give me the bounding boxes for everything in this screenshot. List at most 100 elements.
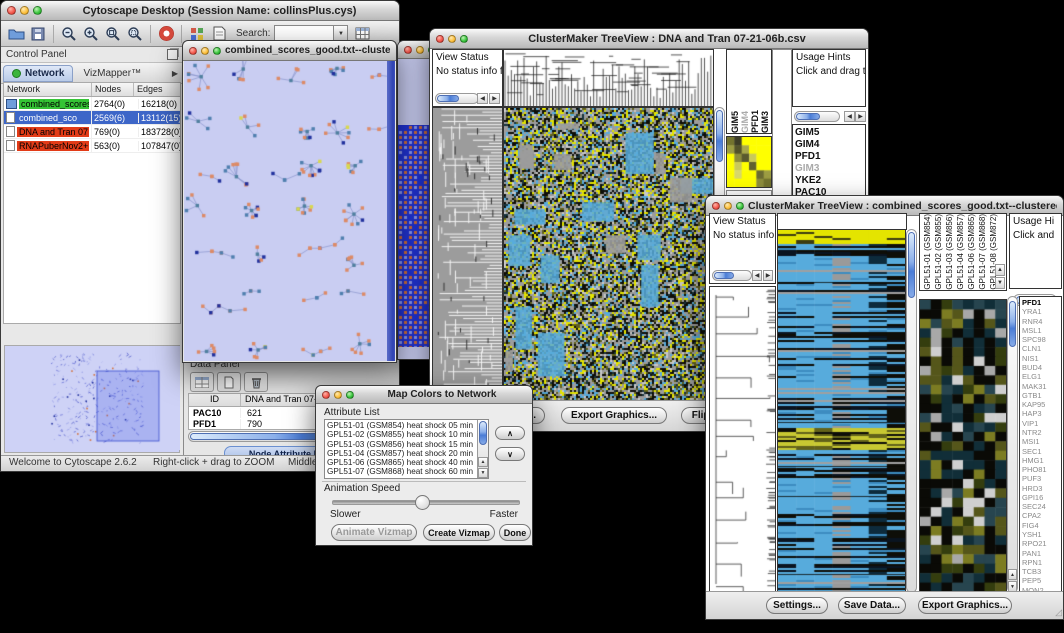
id-column-header[interactable]: ID [189,394,241,406]
minimize-button[interactable] [334,391,342,399]
gene-label[interactable]: NTR2 [1022,428,1059,437]
close-button[interactable] [322,391,330,399]
zoom-window-button[interactable] [346,391,354,399]
gene-label[interactable]: NIS1 [1022,354,1059,363]
minimize-button[interactable] [724,202,732,210]
scroll-down-button[interactable]: ▼ [478,468,488,478]
close-button[interactable] [7,6,16,15]
array-label[interactable]: GPL51-06 (GSM865) [966,214,977,290]
attribute-list-item[interactable]: GPL51-03 (GSM856) heat shock 15 min [327,440,486,449]
move-down-button[interactable]: ∨ [495,447,525,461]
gene-label[interactable]: PEP5 [1022,576,1059,585]
open-session-icon[interactable] [5,24,27,44]
array-label[interactable]: GPL51-07 (GSM868) [977,214,988,290]
gene-label[interactable]: GIM3 [795,163,863,175]
minimize-button[interactable] [416,46,424,54]
attribute-list-item[interactable]: GPL51-01 (GSM854) heat shock 05 min [327,421,486,430]
col-header-edges[interactable]: Edges [134,83,180,96]
global-heatmap-panel[interactable] [777,229,906,593]
scroll-up-button[interactable]: ▲ [478,457,488,467]
move-up-button[interactable]: ∧ [495,426,525,440]
array-label[interactable]: GIM3 [760,111,770,133]
array-label[interactable]: GIM4 [740,111,750,133]
network-name-cell[interactable]: combined_scores [4,97,92,110]
slider-thumb[interactable] [415,495,430,510]
gene-label[interactable]: YSH1 [1022,530,1059,539]
zoom-selected-icon[interactable] [124,24,146,44]
scroll-right-button[interactable]: ▶ [763,270,773,281]
zoom-in-icon[interactable] [80,24,102,44]
gene-label[interactable]: RNR4 [1022,317,1059,326]
save-data-button[interactable]: Save Data... [838,597,906,614]
zoom-hscrollbar[interactable] [794,111,840,122]
gene-label[interactable]: CLN1 [1022,344,1059,353]
view-status-scrollbar[interactable] [435,93,479,104]
gene-label[interactable]: SEC24 [1022,502,1059,511]
resize-grip[interactable]: ◿ [1055,607,1062,618]
gene-label[interactable]: FIG4 [1022,521,1059,530]
array-label[interactable]: GIM5 [730,111,740,133]
network-name-cell[interactable]: RNAPuberNov2+I [4,139,92,152]
view-status-scrollbar[interactable] [712,270,752,281]
delete-attribute-icon[interactable] [244,372,268,392]
col-header-network[interactable]: Network [4,83,92,96]
gene-label[interactable]: CPA2 [1022,511,1059,520]
gene-label[interactable]: RPN1 [1022,558,1059,567]
gene-dendrogram-panel[interactable] [432,107,503,403]
table-mode-icon[interactable] [190,372,214,392]
gene-label[interactable]: HAP3 [1022,409,1059,418]
zoom-window-button[interactable] [33,6,42,15]
array-labels-panel[interactable]: GPL51-01 (GSM854)GPL51-02 (GSM855)GPL51-… [919,213,1007,291]
gene-label[interactable]: ELG1 [1022,372,1059,381]
col-header-nodes[interactable]: Nodes [92,83,134,96]
global-heatmap-panel[interactable] [503,107,714,403]
close-button[interactable] [404,46,412,54]
network-view-titlebar[interactable]: combined_scores_good.txt--cluste... [183,41,396,61]
array-dendrogram-panel[interactable] [777,213,907,230]
gene-label[interactable]: BUD4 [1022,363,1059,372]
gene-label[interactable]: SPC98 [1022,335,1059,344]
minimize-button[interactable] [20,6,29,15]
gene-label[interactable]: RPO21 [1022,539,1059,548]
scroll-left-button[interactable]: ◀ [477,93,488,104]
tab-network[interactable]: Network [3,65,73,82]
array-dendrogram-panel[interactable] [503,49,714,107]
gene-label[interactable]: MSI1 [1022,437,1059,446]
scroll-up-button[interactable]: ▲ [1008,569,1017,580]
gene-label[interactable]: GPI16 [1022,493,1059,502]
attribute-list-item[interactable]: GPL51-06 (GSM865) heat shock 40 min [327,458,486,467]
gene-label[interactable]: MAK31 [1022,382,1059,391]
network-name-cell[interactable]: combined_sco [4,111,92,124]
help-lifesaver-icon[interactable] [155,24,177,44]
gene-label[interactable]: GTB1 [1022,391,1059,400]
attribute-listbox[interactable]: GPL51-01 (GSM854) heat shock 05 min GPL51… [324,419,489,479]
treeview-dna-titlebar[interactable]: ClusterMaker TreeView : DNA and Tran 07-… [430,29,868,49]
close-button[interactable] [189,47,197,55]
main-titlebar[interactable]: Cytoscape Desktop (Session Name: collins… [1,1,399,21]
gene-dendrogram-panel[interactable] [709,286,776,593]
gene-labels-panel[interactable]: PFD1YRA1RNR4MSL1SPC98CLN1NIS1BUD4ELG1MAK… [1019,296,1062,593]
gene-label[interactable]: VIP1 [1022,419,1059,428]
minimize-button[interactable] [448,35,456,43]
create-vizmap-button[interactable]: Create Vizmap [423,524,495,541]
array-label[interactable]: GPL51-03 (GSM856) [944,214,955,290]
gene-label[interactable]: PHO81 [1022,465,1059,474]
gene-label[interactable]: YKE2 [795,175,863,187]
array-labels-panel[interactable]: GIM5GIM4PFD1GIM3YKE2PAC10 [726,49,772,134]
gene-label[interactable]: GIM4 [795,139,863,151]
scroll-down-button[interactable]: ▼ [995,277,1005,289]
network-table-row[interactable]: combined_scores2764(0)16218(0) [4,97,180,111]
zoom-fit-icon[interactable] [102,24,124,44]
network-table-row[interactable]: combined_sco2569(6)13112(15) [4,111,180,125]
gene-label[interactable]: GIM5 [795,127,863,139]
zoom-window-button[interactable] [736,202,744,210]
animate-vizmap-button[interactable]: Animate Vizmap [331,524,417,541]
attribute-list-item[interactable]: GPL51-04 (GSM857) heat shock 20 min [327,449,486,458]
zoom-heatmap-panel[interactable] [919,299,1007,593]
map-colors-titlebar[interactable]: Map Colors to Network [316,386,532,404]
export-graphics-button[interactable]: Export Graphics... [918,597,1012,614]
float-panel-icon[interactable] [167,49,178,60]
tab-vizmapper[interactable]: VizMapper™ [73,66,151,81]
gene-label[interactable]: YRA1 [1022,307,1059,316]
array-label[interactable]: PFD1 [750,110,760,133]
